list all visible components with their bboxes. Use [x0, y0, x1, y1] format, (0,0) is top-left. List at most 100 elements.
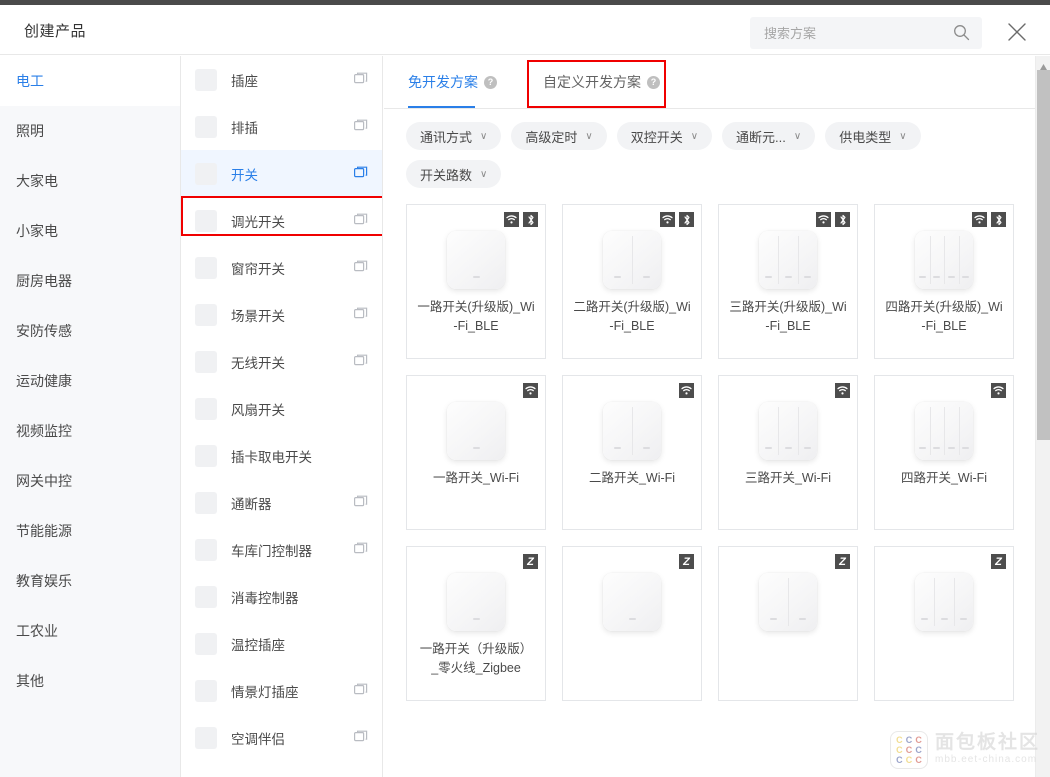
filter-pill-0[interactable]: 通讯方式 ∨	[406, 122, 502, 150]
device-type-icon	[195, 491, 217, 514]
filter-pill-label: 通断元...	[736, 129, 786, 145]
product-name: 四路开关_Wi-Fi	[900, 471, 988, 485]
product-name: 一路开关（升级版）_零火线_Zigbee	[419, 642, 533, 675]
sidebar-item-7[interactable]: 视频监控	[0, 406, 180, 456]
device-type-item-13[interactable]: 情景灯插座	[181, 667, 382, 714]
product-card-2[interactable]: 三路开关(升级版)_Wi-Fi_BLE	[718, 204, 858, 359]
sidebar-item-12[interactable]: 其他	[0, 656, 180, 706]
filter-pill-2[interactable]: 双控开关 ∨	[616, 122, 713, 150]
device-type-item-11[interactable]: 消毒控制器	[181, 573, 382, 620]
sidebar-item-11[interactable]: 工农业	[0, 606, 180, 656]
product-image	[759, 573, 817, 631]
filter-pill-label: 开关路数	[420, 167, 473, 183]
vertical-scrollbar[interactable]	[1035, 56, 1050, 777]
sidebar-item-6[interactable]: 运动健康	[0, 356, 180, 406]
copy-icon[interactable]	[354, 72, 368, 86]
product-card-9[interactable]: Z	[562, 546, 702, 701]
sidebar-item-5[interactable]: 安防传感	[0, 306, 180, 356]
copy-icon[interactable]	[354, 213, 368, 227]
product-card-7[interactable]: 四路开关_Wi-Fi	[874, 375, 1014, 530]
tab-0[interactable]: 免开发方案?	[408, 56, 497, 108]
device-type-item-10[interactable]: 车库门控制器	[181, 526, 382, 573]
sidebar-item-10[interactable]: 教育娱乐	[0, 556, 180, 606]
product-image	[759, 402, 817, 460]
product-image	[447, 231, 505, 289]
sidebar-item-9[interactable]: 节能能源	[0, 506, 180, 556]
copy-icon[interactable]	[354, 307, 368, 321]
page-title: 创建产品	[24, 23, 87, 40]
sidebar-item-label: 照明	[16, 123, 44, 139]
device-type-icon	[195, 679, 217, 702]
sidebar-item-label: 运动健康	[16, 373, 72, 389]
product-image	[603, 402, 661, 460]
sidebar-item-4[interactable]: 厨房电器	[0, 256, 180, 306]
product-card-4[interactable]: 一路开关_Wi-Fi	[406, 375, 546, 530]
sidebar-item-2[interactable]: 大家电	[0, 156, 180, 206]
product-image	[603, 573, 661, 631]
sidebar-item-0[interactable]: 电工	[0, 56, 180, 106]
device-type-item-7[interactable]: 风扇开关	[181, 385, 382, 432]
filter-pill-5[interactable]: 开关路数 ∨	[406, 160, 502, 188]
filter-pill-1[interactable]: 高级定时 ∨	[511, 122, 607, 150]
device-type-label: 无线开关	[231, 355, 285, 371]
copy-icon[interactable]	[354, 354, 368, 368]
sidebar-item-label: 厨房电器	[16, 273, 72, 289]
filter-pill-3[interactable]: 通断元... ∨	[722, 122, 816, 150]
device-type-item-1[interactable]: 排插	[181, 103, 382, 150]
protocol-badges	[660, 212, 694, 227]
close-icon[interactable]	[1004, 19, 1030, 45]
device-type-item-14[interactable]: 空调伴侣	[181, 714, 382, 761]
question-icon[interactable]: ?	[484, 75, 497, 89]
sidebar-item-label: 其他	[16, 673, 44, 689]
product-card-11[interactable]: Z	[874, 546, 1014, 701]
device-type-item-0[interactable]: 插座	[181, 56, 382, 103]
device-type-label: 排插	[231, 120, 258, 136]
copy-icon[interactable]	[354, 730, 368, 744]
question-icon[interactable]: ?	[647, 75, 660, 89]
sidebar-item-label: 节能能源	[16, 523, 72, 539]
tab-1[interactable]: 自定义开发方案?	[543, 56, 660, 108]
sidebar-item-8[interactable]: 网关中控	[0, 456, 180, 506]
category-sidebar: 电工照明大家电小家电厨房电器安防传感运动健康视频监控 网关中控节能能源教育娱乐 工农…	[0, 56, 181, 777]
create-product-dialog: 创建产品 电工照明大家电小家电厨房电器安防传感运动健康视频监控网关中控节能能源教…	[0, 0, 1050, 777]
product-card-3[interactable]: 四路开关(升级版)_Wi-Fi_BLE	[874, 204, 1014, 359]
product-card-6[interactable]: 三路开关_Wi-Fi	[718, 375, 858, 530]
scrollbar-thumb[interactable]	[1037, 70, 1050, 440]
filter-bar: 通讯方式 ∨ 高级定时 ∨ 双控开关 ∨ 通断元... ∨ 供电类型 ∨ 开关路数 ∨	[384, 109, 1035, 198]
device-type-item-3[interactable]: 调光开关	[181, 197, 382, 244]
device-type-item-6[interactable]: 无线开关	[181, 338, 382, 385]
product-name: 一路开关_Wi-Fi	[432, 471, 520, 485]
device-type-item-9[interactable]: 通断器	[181, 479, 382, 526]
device-type-item-4[interactable]: 窗帘开关	[181, 244, 382, 291]
sidebar-item-1[interactable]: 照明	[0, 106, 180, 156]
device-type-item-5[interactable]: 场景开关	[181, 291, 382, 338]
device-type-icon	[195, 209, 217, 232]
filter-pill-4[interactable]: 供电类型 ∨	[825, 122, 921, 150]
copy-icon[interactable]	[354, 260, 368, 274]
tab-label: 自定义开发方案	[543, 74, 641, 90]
wifi-badge-icon	[835, 383, 850, 398]
product-name: 四路开关(升级版)_Wi-Fi_BLE	[885, 300, 1003, 333]
chevron-down-icon: ∨	[585, 130, 593, 142]
sidebar-item-3[interactable]: 小家电	[0, 206, 180, 256]
product-name: 二路开关_Wi-Fi	[588, 471, 676, 485]
device-type-item-2[interactable]: 开关	[181, 150, 382, 197]
device-type-item-8[interactable]: 插卡取电开关	[181, 432, 382, 479]
copy-icon[interactable]	[354, 495, 368, 509]
search-box[interactable]	[750, 17, 982, 49]
product-image	[447, 402, 505, 460]
product-card-5[interactable]: 二路开关_Wi-Fi	[562, 375, 702, 530]
product-card-10[interactable]: Z	[718, 546, 858, 701]
device-type-item-12[interactable]: 温控插座	[181, 620, 382, 667]
product-card-8[interactable]: Z 一路开关（升级版）_零火线_Zigbee	[406, 546, 546, 701]
sidebar-item-label: 大家电	[16, 173, 58, 189]
product-card-0[interactable]: 一路开关(升级版)_Wi-Fi_BLE	[406, 204, 546, 359]
search-icon[interactable]	[953, 24, 970, 41]
product-card-1[interactable]: 二路开关(升级版)_Wi-Fi_BLE	[562, 204, 702, 359]
search-input[interactable]	[764, 17, 944, 49]
copy-icon[interactable]	[354, 542, 368, 556]
scroll-up-arrow-icon[interactable]	[1039, 58, 1048, 70]
copy-icon[interactable]	[354, 683, 368, 697]
copy-icon[interactable]	[354, 119, 368, 133]
copy-icon[interactable]	[354, 166, 368, 180]
